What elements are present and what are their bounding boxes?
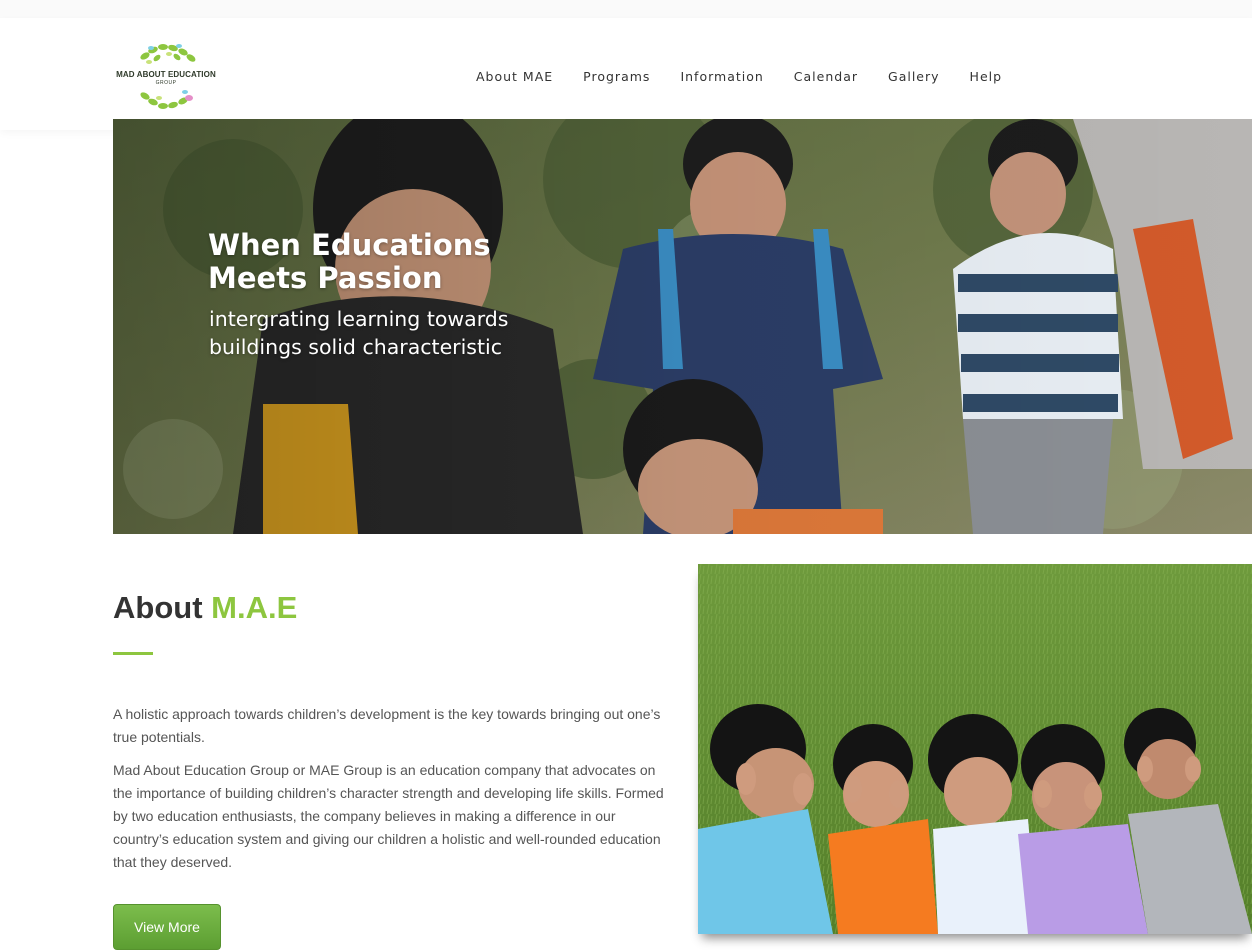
main-nav: About MAE Programs Information Calendar …	[476, 69, 1032, 84]
hero-subtitle: intergrating learning towards buildings …	[209, 307, 509, 359]
nav-help[interactable]: Help	[970, 69, 1003, 84]
about-heading-prefix: About	[113, 590, 203, 625]
about-heading-accent: M.A.E	[211, 590, 298, 625]
about-intro-text: A holistic approach towards children’s d…	[113, 706, 661, 745]
view-more-button[interactable]: View More	[113, 904, 221, 950]
children-photo-image	[698, 564, 1252, 934]
about-divider	[113, 652, 153, 655]
nav-gallery[interactable]: Gallery	[888, 69, 940, 84]
nav-calendar[interactable]: Calendar	[794, 69, 858, 84]
about-heading: About M.A.E	[113, 590, 297, 626]
about-body-text: Mad About Education Group or MAE Group i…	[113, 762, 664, 870]
children-on-grass-photo	[698, 564, 1252, 934]
hero-title: When Educations Meets Passion	[208, 228, 491, 295]
top-strip	[0, 0, 1252, 18]
nav-about-mae[interactable]: About MAE	[476, 69, 553, 84]
hero-banner: When Educations Meets Passion intergrati…	[113, 119, 1252, 534]
nav-information[interactable]: Information	[680, 69, 763, 84]
logo-sub: GROUP	[155, 80, 177, 86]
mae-logo[interactable]: MAD ABOUT EDUCATION GROUP	[113, 40, 219, 114]
logo-name: MAD ABOUT EDUCATION	[116, 70, 216, 79]
nav-programs[interactable]: Programs	[583, 69, 650, 84]
